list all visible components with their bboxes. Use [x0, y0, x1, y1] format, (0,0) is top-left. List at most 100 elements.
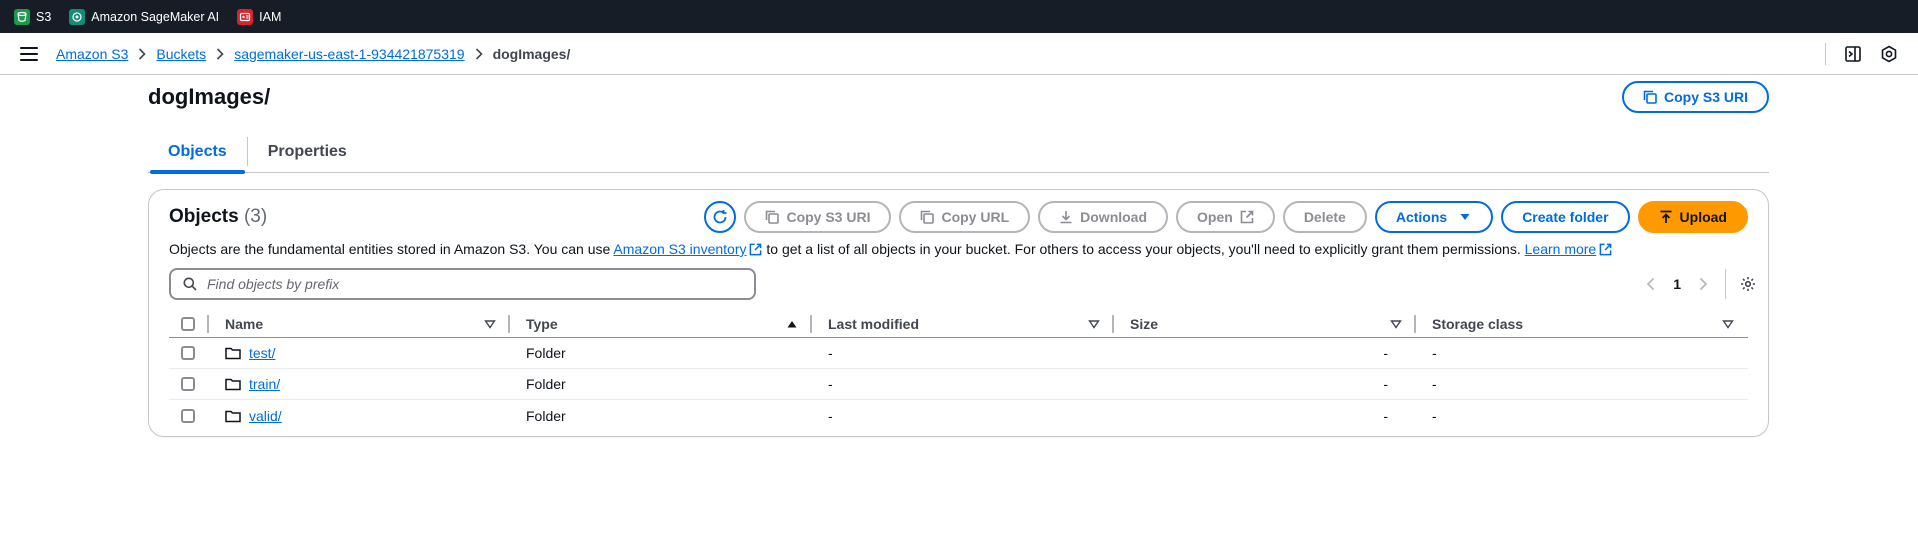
tab-list: Objects Properties: [148, 131, 1769, 174]
folder-icon: [225, 378, 241, 391]
breadcrumb-buckets[interactable]: Buckets: [156, 46, 206, 62]
sort-icon: [1722, 319, 1734, 329]
cell-type: Folder: [526, 407, 566, 424]
copy-s3-uri-button[interactable]: Copy S3 URI: [1621, 81, 1769, 113]
folder-link[interactable]: test/: [249, 345, 275, 361]
chevron-left-icon[interactable]: [1643, 276, 1659, 292]
breadcrumb-amazon-s3[interactable]: Amazon S3: [56, 46, 128, 62]
service-shortcut-sagemaker[interactable]: Amazon SageMaker AI: [69, 8, 220, 25]
cell-type: Folder: [526, 376, 566, 392]
cell-last-modified: -: [828, 407, 833, 424]
copy-url-button[interactable]: Copy URL: [899, 201, 1031, 233]
folder-link[interactable]: train/: [249, 376, 280, 392]
main-content: dogImages/ Copy S3 URI Objects Propertie…: [148, 75, 1769, 437]
service-shortcut-s3[interactable]: S3: [14, 8, 52, 25]
sort-icon: [1390, 319, 1402, 329]
objects-toolbar: Copy S3 URI Copy URL Download Open Delet…: [704, 201, 1748, 233]
table-header: Name Type Last modified Size Storage cla…: [169, 310, 1748, 338]
s3-icon: [14, 8, 30, 25]
search-icon: [183, 277, 197, 291]
download-button[interactable]: Download: [1038, 201, 1169, 233]
external-link-icon: [750, 243, 762, 256]
chevron-right-icon: [475, 47, 483, 60]
info-panel-icon[interactable]: [1844, 45, 1862, 63]
row-checkbox[interactable]: [181, 408, 195, 423]
utility-icons: [1825, 33, 1898, 75]
row-checkbox[interactable]: [181, 346, 195, 360]
gear-icon[interactable]: [1880, 45, 1898, 63]
upload-button[interactable]: Upload: [1637, 201, 1748, 233]
delete-button[interactable]: Delete: [1282, 201, 1367, 233]
table-row: valid/ Folder - - -: [169, 400, 1748, 431]
cell-size: -: [1383, 376, 1388, 392]
services-bar: S3 Amazon SageMaker AI IAM: [0, 0, 1918, 33]
page-title: dogImages/: [148, 84, 271, 109]
create-folder-button[interactable]: Create folder: [1501, 201, 1630, 233]
upload-icon: [1660, 210, 1672, 223]
column-header-storage-class[interactable]: Storage class: [1416, 310, 1748, 337]
column-header-name[interactable]: Name: [209, 310, 510, 337]
folder-icon: [225, 410, 241, 422]
column-header-last-modified[interactable]: Last modified: [812, 310, 1114, 337]
iam-icon: [237, 8, 254, 25]
folder-icon: [225, 347, 241, 360]
cell-last-modified: -: [828, 345, 833, 361]
settings-icon[interactable]: [1740, 276, 1756, 292]
column-header-size[interactable]: Size: [1114, 310, 1416, 337]
copy-s3-uri-button-disabled[interactable]: Copy S3 URI: [744, 201, 892, 233]
cell-type: Folder: [526, 345, 566, 361]
search-field[interactable]: [169, 268, 756, 300]
breadcrumb-current: dogImages/: [492, 45, 571, 62]
chevron-right-icon: [216, 47, 224, 60]
search-input[interactable]: [207, 276, 727, 292]
page-header: dogImages/ Copy S3 URI: [148, 75, 1769, 119]
objects-count: (3): [243, 206, 268, 227]
sagemaker-icon: [69, 8, 86, 25]
external-link-icon: [1240, 210, 1254, 224]
service-label: IAM: [259, 9, 282, 24]
folder-link[interactable]: valid/: [249, 408, 282, 424]
cell-last-modified: -: [828, 376, 833, 392]
service-label: Amazon SageMaker AI: [91, 9, 220, 24]
refresh-icon: [714, 210, 727, 224]
breadcrumb-bucket[interactable]: sagemaker-us-east-1-934421875319: [234, 46, 464, 62]
objects-heading: Objects (3): [169, 206, 268, 227]
s3-inventory-link[interactable]: Amazon S3 inventory: [613, 241, 746, 257]
objects-panel-header: Objects (3) Copy S3 URI Copy URL Downloa…: [169, 201, 1748, 233]
page-number[interactable]: 1: [1673, 276, 1681, 292]
caret-down-icon: [1460, 214, 1470, 220]
chevron-right-icon[interactable]: [1695, 276, 1711, 292]
objects-panel: Objects (3) Copy S3 URI Copy URL Downloa…: [148, 189, 1769, 437]
cell-size: -: [1383, 345, 1388, 361]
open-button[interactable]: Open: [1176, 201, 1275, 233]
select-all-checkbox[interactable]: [181, 316, 195, 331]
sort-icon: [484, 319, 496, 329]
service-label: S3: [36, 9, 52, 24]
chevron-right-icon: [138, 47, 147, 60]
sort-ascending-icon: [787, 320, 797, 327]
objects-description: Objects are the fundamental entities sto…: [169, 241, 1612, 257]
sort-icon: [1088, 319, 1100, 329]
table-row: test/ Folder - - -: [169, 338, 1748, 369]
external-link-icon: [1599, 243, 1612, 256]
cell-storage-class: -: [1432, 345, 1437, 361]
refresh-button[interactable]: [704, 201, 737, 233]
row-checkbox[interactable]: [181, 377, 195, 391]
download-icon: [1060, 211, 1072, 224]
service-shortcut-iam[interactable]: IAM: [237, 8, 282, 25]
column-header-type[interactable]: Type: [510, 310, 812, 337]
actions-dropdown[interactable]: Actions: [1374, 201, 1494, 233]
objects-table: Name Type Last modified Size Storage cla…: [169, 310, 1748, 431]
breadcrumb-bar: Amazon S3 Buckets sagemaker-us-east-1-93…: [0, 33, 1918, 75]
copy-icon: [766, 210, 780, 224]
cell-storage-class: -: [1432, 407, 1437, 424]
pagination: 1: [1643, 268, 1756, 300]
menu-icon[interactable]: [20, 46, 38, 61]
copy-icon: [921, 210, 935, 224]
learn-more-link[interactable]: Learn more: [1525, 241, 1597, 257]
cell-size: -: [1383, 407, 1388, 424]
breadcrumb: Amazon S3 Buckets sagemaker-us-east-1-93…: [56, 46, 570, 62]
tab-objects[interactable]: Objects: [148, 131, 247, 174]
cell-storage-class: -: [1432, 376, 1437, 392]
tab-properties[interactable]: Properties: [248, 131, 367, 172]
